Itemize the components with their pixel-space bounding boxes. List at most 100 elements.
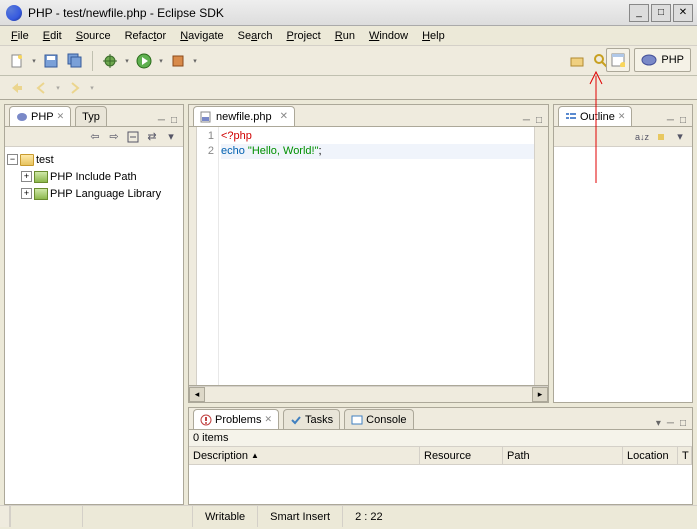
tree-langlib-label: PHP Language Library bbox=[50, 188, 161, 200]
tab-tasks[interactable]: Tasks bbox=[283, 409, 340, 429]
expand-icon[interactable]: + bbox=[21, 171, 32, 182]
menu-search[interactable]: Search bbox=[231, 28, 280, 44]
col-description[interactable]: Description ▲ bbox=[189, 447, 420, 465]
status-cursor-position: 2 : 22 bbox=[342, 506, 395, 527]
maximize-button[interactable]: □ bbox=[651, 4, 671, 22]
menu-file[interactable]: File bbox=[4, 28, 36, 44]
view-menu-icon[interactable]: ▾ bbox=[163, 129, 179, 145]
editor-tab-newfile[interactable]: newfile.php ✕ bbox=[193, 106, 295, 126]
problems-table-header: Description ▲ Resource Path Location T bbox=[189, 447, 692, 465]
fast-view-bar[interactable] bbox=[0, 506, 10, 527]
menu-help[interactable]: Help bbox=[415, 28, 452, 44]
menu-navigate[interactable]: Navigate bbox=[173, 28, 230, 44]
library-icon bbox=[34, 171, 48, 183]
perspective-php[interactable]: PHP bbox=[634, 48, 691, 72]
tasks-icon bbox=[290, 414, 302, 426]
menu-source[interactable]: Source bbox=[69, 28, 118, 44]
tab-outline[interactable]: Outline ✕ bbox=[558, 106, 632, 126]
problems-icon bbox=[200, 414, 212, 426]
close-tab-icon[interactable]: ✕ bbox=[280, 111, 288, 122]
menu-run[interactable]: Run bbox=[328, 28, 362, 44]
save-button[interactable] bbox=[40, 50, 62, 72]
run-dropdown[interactable]: ▾ bbox=[157, 57, 165, 65]
code-string: "Hello, World!" bbox=[248, 145, 319, 157]
perspective-switcher: PHP bbox=[606, 48, 691, 72]
minimize-editor-icon[interactable]: ─ bbox=[521, 115, 532, 126]
back-nav-icon[interactable]: ⇦ bbox=[87, 129, 103, 145]
editor-horizontal-scrollbar[interactable]: ◂ ▸ bbox=[189, 386, 548, 402]
main-toolbar: ▾ ▾ ▾ ▾ ▾ ▾ PHP bbox=[0, 46, 697, 76]
col-resource[interactable]: Resource bbox=[420, 447, 503, 465]
minimize-button[interactable]: _ bbox=[629, 4, 649, 22]
open-perspective-button[interactable] bbox=[606, 48, 630, 72]
col-path[interactable]: Path bbox=[503, 447, 623, 465]
menu-window[interactable]: Window bbox=[362, 28, 415, 44]
maximize-problems-icon[interactable]: □ bbox=[678, 418, 688, 429]
scroll-right-icon[interactable]: ▸ bbox=[532, 387, 548, 402]
run-button[interactable] bbox=[133, 50, 155, 72]
tab-console[interactable]: Console bbox=[344, 409, 413, 429]
tab-types-label: Typ bbox=[82, 111, 100, 123]
external-tools-button[interactable] bbox=[167, 50, 189, 72]
filter-icon[interactable] bbox=[653, 129, 669, 145]
col-location[interactable]: Location bbox=[623, 447, 678, 465]
debug-dropdown[interactable]: ▾ bbox=[123, 57, 131, 65]
close-button[interactable]: ✕ bbox=[673, 4, 693, 22]
perspective-label: PHP bbox=[661, 54, 684, 66]
view-menu-icon[interactable]: ▾ bbox=[654, 418, 663, 429]
tab-php-explorer[interactable]: PHP ✕ bbox=[9, 106, 71, 126]
new-button[interactable] bbox=[6, 50, 28, 72]
code-area[interactable]: <?phpecho "Hello, World!"; bbox=[219, 127, 534, 385]
window-title: PHP - test/newfile.php - Eclipse SDK bbox=[28, 6, 627, 20]
collapse-icon[interactable]: − bbox=[7, 154, 18, 165]
outline-menu-icon[interactable]: ▾ bbox=[672, 129, 688, 145]
menu-project[interactable]: Project bbox=[280, 28, 328, 44]
minimize-problems-icon[interactable]: ─ bbox=[665, 418, 676, 429]
php-perspective-icon bbox=[641, 53, 657, 67]
tab-problems[interactable]: Problems ✕ bbox=[193, 409, 279, 429]
editor-tab-label: newfile.php bbox=[216, 111, 272, 123]
col-type[interactable]: T bbox=[678, 447, 692, 465]
forward-button[interactable] bbox=[64, 77, 86, 99]
editor-marker-bar[interactable] bbox=[189, 127, 197, 385]
tab-close-icon[interactable]: ✕ bbox=[57, 111, 65, 122]
console-icon bbox=[351, 414, 363, 426]
tab-types[interactable]: Typ bbox=[75, 106, 107, 126]
menu-refactor[interactable]: Refactor bbox=[118, 28, 174, 44]
maximize-view-icon[interactable]: □ bbox=[169, 115, 179, 126]
tree-include-path[interactable]: + PHP Include Path bbox=[21, 168, 181, 185]
maximize-editor-icon[interactable]: □ bbox=[534, 115, 544, 126]
minimize-outline-icon[interactable]: ─ bbox=[665, 115, 676, 126]
outline-icon bbox=[565, 111, 577, 123]
code-semicolon: ; bbox=[319, 145, 322, 157]
link-editor-icon[interactable]: ⇄ bbox=[144, 129, 160, 145]
maximize-outline-icon[interactable]: □ bbox=[678, 115, 688, 126]
save-all-button[interactable] bbox=[64, 50, 86, 72]
scroll-left-icon[interactable]: ◂ bbox=[189, 387, 205, 402]
open-type-button[interactable] bbox=[566, 50, 588, 72]
tab-close-icon[interactable]: ✕ bbox=[618, 111, 626, 122]
tree-project-test[interactable]: − test bbox=[7, 151, 181, 168]
sort-icon[interactable]: a↓z bbox=[634, 129, 650, 145]
minimize-view-icon[interactable]: ─ bbox=[156, 115, 167, 126]
explorer-tabstrip: PHP ✕ Typ ─ □ bbox=[5, 105, 183, 127]
forward-nav-icon[interactable]: ⇨ bbox=[106, 129, 122, 145]
status-writable: Writable bbox=[192, 506, 257, 527]
editor-body[interactable]: 1 2 <?phpecho "Hello, World!"; bbox=[189, 127, 548, 386]
back-button[interactable] bbox=[30, 77, 52, 99]
editor-overview-ruler[interactable] bbox=[534, 127, 548, 385]
forward-dropdown[interactable]: ▾ bbox=[88, 84, 96, 92]
debug-button[interactable] bbox=[99, 50, 121, 72]
tree-language-library[interactable]: + PHP Language Library bbox=[21, 185, 181, 202]
menu-edit[interactable]: Edit bbox=[36, 28, 69, 44]
tasks-label: Tasks bbox=[305, 414, 333, 426]
expand-icon[interactable]: + bbox=[21, 188, 32, 199]
last-edit-button[interactable] bbox=[6, 77, 28, 99]
back-dropdown[interactable]: ▾ bbox=[54, 84, 62, 92]
external-tools-dropdown[interactable]: ▾ bbox=[191, 57, 199, 65]
new-dropdown[interactable]: ▾ bbox=[30, 57, 38, 65]
status-spacer bbox=[10, 506, 82, 527]
code-echo-keyword: echo bbox=[221, 145, 245, 157]
tab-close-icon[interactable]: ✕ bbox=[264, 414, 272, 425]
collapse-all-icon[interactable] bbox=[125, 129, 141, 145]
